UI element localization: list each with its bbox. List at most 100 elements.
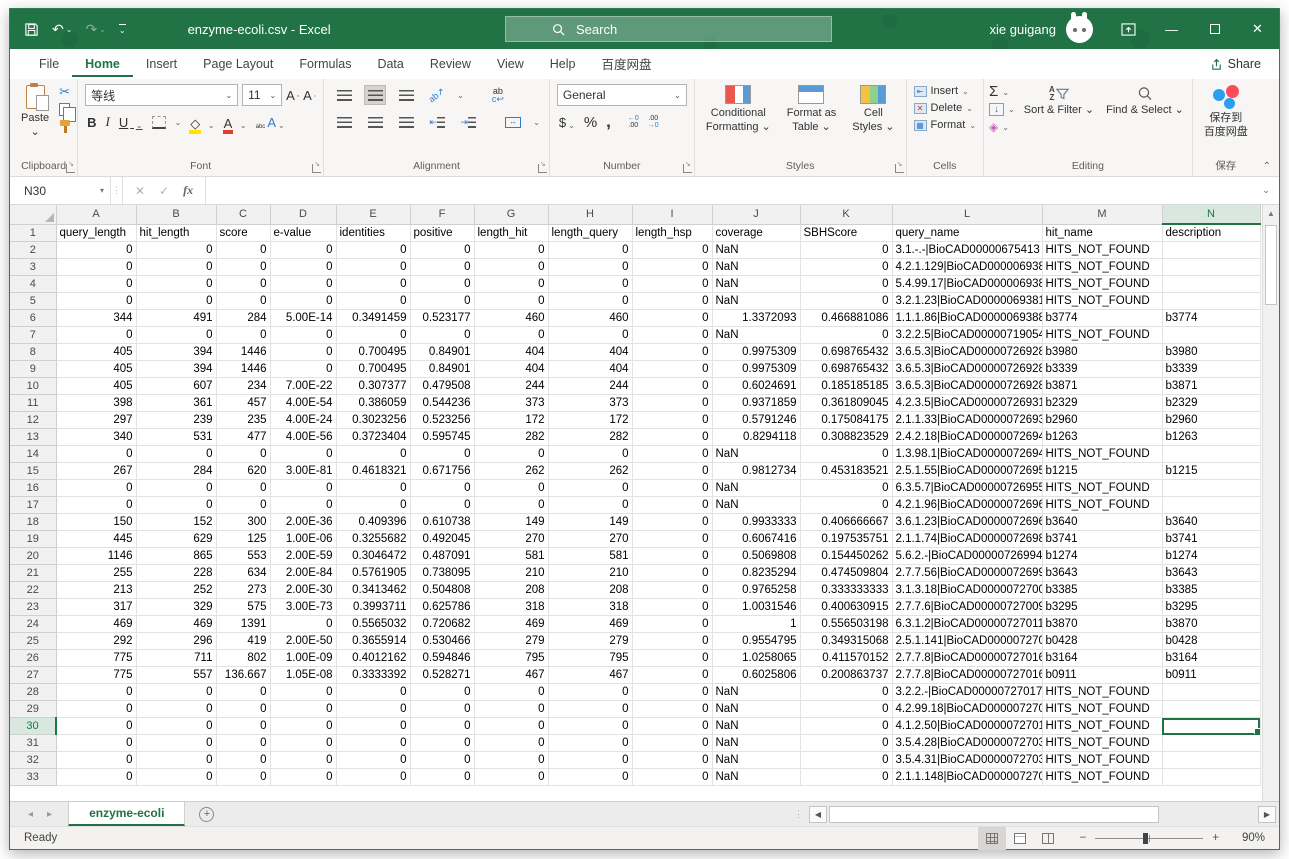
cell-H17[interactable]: 0: [548, 497, 632, 514]
tab-insert[interactable]: Insert: [133, 51, 190, 78]
row-header-15[interactable]: 15: [10, 463, 56, 480]
cell-H26[interactable]: 795: [548, 650, 632, 667]
cell-L23[interactable]: 2.7.7.6|BioCAD00000727009: [892, 599, 1042, 616]
cell-B9[interactable]: 394: [136, 361, 216, 378]
cell-M21[interactable]: b3643: [1042, 565, 1162, 582]
maximize-button[interactable]: [1193, 9, 1236, 49]
row-header-27[interactable]: 27: [10, 667, 56, 684]
cell-N18[interactable]: b3640: [1162, 514, 1260, 531]
cell-D29[interactable]: 0: [270, 701, 336, 718]
cell-A7[interactable]: 0: [56, 327, 136, 344]
cell-M25[interactable]: b0428: [1042, 633, 1162, 650]
increase-decimal-icon[interactable]: ←0.00: [628, 115, 639, 129]
cell-D21[interactable]: 2.00E-84: [270, 565, 336, 582]
cell-M11[interactable]: b2329: [1042, 395, 1162, 412]
cell-A5[interactable]: 0: [56, 293, 136, 310]
cell-B10[interactable]: 607: [136, 378, 216, 395]
cell-C4[interactable]: 0: [216, 276, 270, 293]
cell-F22[interactable]: 0.504808: [410, 582, 474, 599]
cell-F24[interactable]: 0.720682: [410, 616, 474, 633]
cell-F30[interactable]: 0: [410, 718, 474, 735]
cell-H9[interactable]: 404: [548, 361, 632, 378]
cell-L22[interactable]: 3.1.3.18|BioCAD00000727004: [892, 582, 1042, 599]
page-layout-view-button[interactable]: [1006, 827, 1034, 850]
cell-M5[interactable]: HITS_NOT_FOUND: [1042, 293, 1162, 310]
cell-D5[interactable]: 0: [270, 293, 336, 310]
select-all-corner[interactable]: [10, 205, 56, 224]
cell-M13[interactable]: b1263: [1042, 429, 1162, 446]
cell-H29[interactable]: 0: [548, 701, 632, 718]
cell-H13[interactable]: 282: [548, 429, 632, 446]
cell-J30[interactable]: NaN: [712, 718, 800, 735]
align-bottom-icon[interactable]: [395, 85, 417, 105]
cell-I33[interactable]: 0: [632, 769, 712, 786]
cell-G17[interactable]: 0: [474, 497, 548, 514]
cell-styles-button[interactable]: Cell Styles ⌄: [846, 83, 900, 137]
cell-I23[interactable]: 0: [632, 599, 712, 616]
cell-F4[interactable]: 0: [410, 276, 474, 293]
cell-K1[interactable]: SBHScore: [800, 224, 892, 242]
cell-L13[interactable]: 2.4.2.18|BioCAD00000726944: [892, 429, 1042, 446]
page-break-view-button[interactable]: [1034, 827, 1062, 850]
clear-button[interactable]: ◈ ⌄: [989, 120, 1009, 134]
cell-M19[interactable]: b3741: [1042, 531, 1162, 548]
row-header-4[interactable]: 4: [10, 276, 56, 293]
cell-N29[interactable]: [1162, 701, 1260, 718]
cell-L1[interactable]: query_name: [892, 224, 1042, 242]
cell-A27[interactable]: 775: [56, 667, 136, 684]
cell-F3[interactable]: 0: [410, 259, 474, 276]
cell-J26[interactable]: 1.0258065: [712, 650, 800, 667]
row-header-14[interactable]: 14: [10, 446, 56, 463]
cell-N17[interactable]: [1162, 497, 1260, 514]
cell-M12[interactable]: b2960: [1042, 412, 1162, 429]
cell-J20[interactable]: 0.5069808: [712, 548, 800, 565]
cell-H18[interactable]: 149: [548, 514, 632, 531]
col-header-A[interactable]: A: [56, 205, 136, 224]
cell-K2[interactable]: 0: [800, 242, 892, 259]
bold-button[interactable]: B: [87, 115, 96, 130]
cell-J18[interactable]: 0.9933333: [712, 514, 800, 531]
cell-L3[interactable]: 4.2.1.129|BioCAD00000693803: [892, 259, 1042, 276]
cell-F10[interactable]: 0.479508: [410, 378, 474, 395]
cell-L7[interactable]: 3.2.2.5|BioCAD00000719054: [892, 327, 1042, 344]
cell-E29[interactable]: 0: [336, 701, 410, 718]
cell-H11[interactable]: 373: [548, 395, 632, 412]
cell-C33[interactable]: 0: [216, 769, 270, 786]
cell-J29[interactable]: NaN: [712, 701, 800, 718]
cell-B24[interactable]: 469: [136, 616, 216, 633]
cell-N4[interactable]: [1162, 276, 1260, 293]
cell-D17[interactable]: 0: [270, 497, 336, 514]
cell-B12[interactable]: 239: [136, 412, 216, 429]
cell-M15[interactable]: b1215: [1042, 463, 1162, 480]
cell-L5[interactable]: 3.2.1.23|BioCAD00000693818: [892, 293, 1042, 310]
cell-F15[interactable]: 0.671756: [410, 463, 474, 480]
cell-I19[interactable]: 0: [632, 531, 712, 548]
zoom-slider-thumb[interactable]: [1143, 833, 1148, 844]
cell-M4[interactable]: HITS_NOT_FOUND: [1042, 276, 1162, 293]
cell-L26[interactable]: 2.7.7.8|BioCAD00000727016: [892, 650, 1042, 667]
underline-button[interactable]: U ⌄: [119, 115, 143, 130]
col-header-I[interactable]: I: [632, 205, 712, 224]
cell-C17[interactable]: 0: [216, 497, 270, 514]
row-header-9[interactable]: 9: [10, 361, 56, 378]
cell-M33[interactable]: HITS_NOT_FOUND: [1042, 769, 1162, 786]
cell-I7[interactable]: 0: [632, 327, 712, 344]
cell-I18[interactable]: 0: [632, 514, 712, 531]
cell-A13[interactable]: 340: [56, 429, 136, 446]
paste-button[interactable]: Paste⌄: [15, 83, 55, 142]
cell-G13[interactable]: 282: [474, 429, 548, 446]
cell-D19[interactable]: 1.00E-06: [270, 531, 336, 548]
cell-A21[interactable]: 255: [56, 565, 136, 582]
autosum-button[interactable]: Σ ⌄: [989, 85, 1009, 99]
cell-I8[interactable]: 0: [632, 344, 712, 361]
avatar[interactable]: [1066, 16, 1093, 43]
borders-icon[interactable]: [152, 116, 166, 129]
row-header-29[interactable]: 29: [10, 701, 56, 718]
cell-G6[interactable]: 460: [474, 310, 548, 327]
cell-J23[interactable]: 1.0031546: [712, 599, 800, 616]
cell-M18[interactable]: b3640: [1042, 514, 1162, 531]
cell-D11[interactable]: 4.00E-54: [270, 395, 336, 412]
cell-G33[interactable]: 0: [474, 769, 548, 786]
cell-G29[interactable]: 0: [474, 701, 548, 718]
cell-C11[interactable]: 457: [216, 395, 270, 412]
